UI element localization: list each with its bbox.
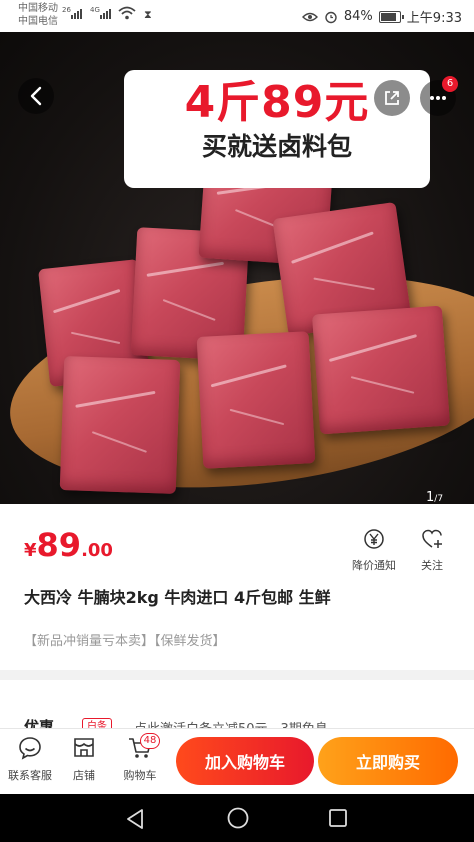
product-detail-page: 中国移动 中国电信 26 4G ⧗ 84% 上午9:33 4斤89元 买就送卤料… <box>0 0 474 842</box>
price: ¥89.00 <box>24 526 113 564</box>
store-button[interactable]: 店铺 <box>54 735 114 783</box>
bottom-action-bar: 联系客服 店铺 购物车 48 加入购物车 立即购买 <box>0 728 474 794</box>
price-alert-label: 降价通知 <box>352 559 396 572</box>
cart-count-badge: 48 <box>140 733 160 749</box>
chevron-left-icon <box>30 86 42 106</box>
follow-label: 关注 <box>421 559 443 572</box>
product-info-panel: ¥89.00 降价通知 关注 大西冷 牛腩块2kg 牛肉进口 4斤包邮 生鲜 【… <box>0 504 474 670</box>
wifi-icon <box>118 6 136 20</box>
price-alert-button[interactable]: 降价通知 <box>344 528 404 573</box>
hourglass-icon: ⧗ <box>144 8 152 21</box>
promo-subtitle-text: 买就送卤料包 <box>201 132 352 161</box>
status-bar: 中国移动 中国电信 26 4G ⧗ 84% 上午9:33 <box>0 0 474 32</box>
price-decimal: .00 <box>81 540 113 561</box>
carrier-name-2: 中国电信 <box>18 16 58 27</box>
beef-cube-image <box>311 305 451 435</box>
nav-back-icon[interactable] <box>122 806 148 832</box>
battery-icon <box>378 10 404 23</box>
image-page-indicator: 1/7 <box>426 490 443 504</box>
system-navigation-bar <box>0 794 474 842</box>
beef-cube-image <box>59 356 181 494</box>
status-right-group: 84% 上午9:33 <box>301 7 462 26</box>
nav-recent-apps-icon[interactable] <box>326 806 350 830</box>
nav-home-icon[interactable] <box>226 806 250 830</box>
clock-time: 上午9:33 <box>406 11 462 26</box>
signal-icon-2 <box>100 9 111 19</box>
back-button[interactable] <box>18 78 54 114</box>
yen-bell-icon <box>364 529 384 549</box>
image-total: /7 <box>434 494 444 504</box>
network-tag-1: 26 <box>62 6 71 14</box>
network-tag-2: 4G <box>90 6 100 14</box>
follow-button[interactable]: 关注 <box>402 528 462 573</box>
product-image-carousel[interactable]: 4斤89元 买就送卤料包 6 1/7 <box>0 32 474 504</box>
signal-icon-1 <box>71 9 82 19</box>
chat-face-icon <box>19 737 41 760</box>
heart-plus-icon <box>422 529 442 548</box>
buy-now-button[interactable]: 立即购买 <box>318 737 458 785</box>
more-dots-icon <box>430 96 446 100</box>
price-symbol: ¥ <box>24 540 37 561</box>
alarm-icon <box>325 11 337 23</box>
customer-service-label: 联系客服 <box>8 769 52 782</box>
add-to-cart-button[interactable]: 加入购物车 <box>176 737 314 785</box>
carrier-name-1: 中国移动 <box>18 3 58 14</box>
price-integer: 89 <box>36 526 82 564</box>
product-tags: 【新品冲销量亏本卖】【保鲜发货】 <box>24 634 226 649</box>
product-title: 大西冷 牛腩块2kg 牛肉进口 4斤包邮 生鲜 <box>24 588 331 607</box>
cart-label: 购物车 <box>123 769 157 782</box>
store-label: 店铺 <box>73 769 95 782</box>
message-count-badge: 6 <box>442 76 458 92</box>
share-icon <box>385 91 399 105</box>
beef-cube-image <box>196 331 316 469</box>
store-icon <box>74 738 94 757</box>
battery-percent: 84% <box>343 9 373 24</box>
customer-service-button[interactable]: 联系客服 <box>0 735 60 783</box>
share-button[interactable] <box>374 80 410 116</box>
eye-icon <box>301 12 318 21</box>
